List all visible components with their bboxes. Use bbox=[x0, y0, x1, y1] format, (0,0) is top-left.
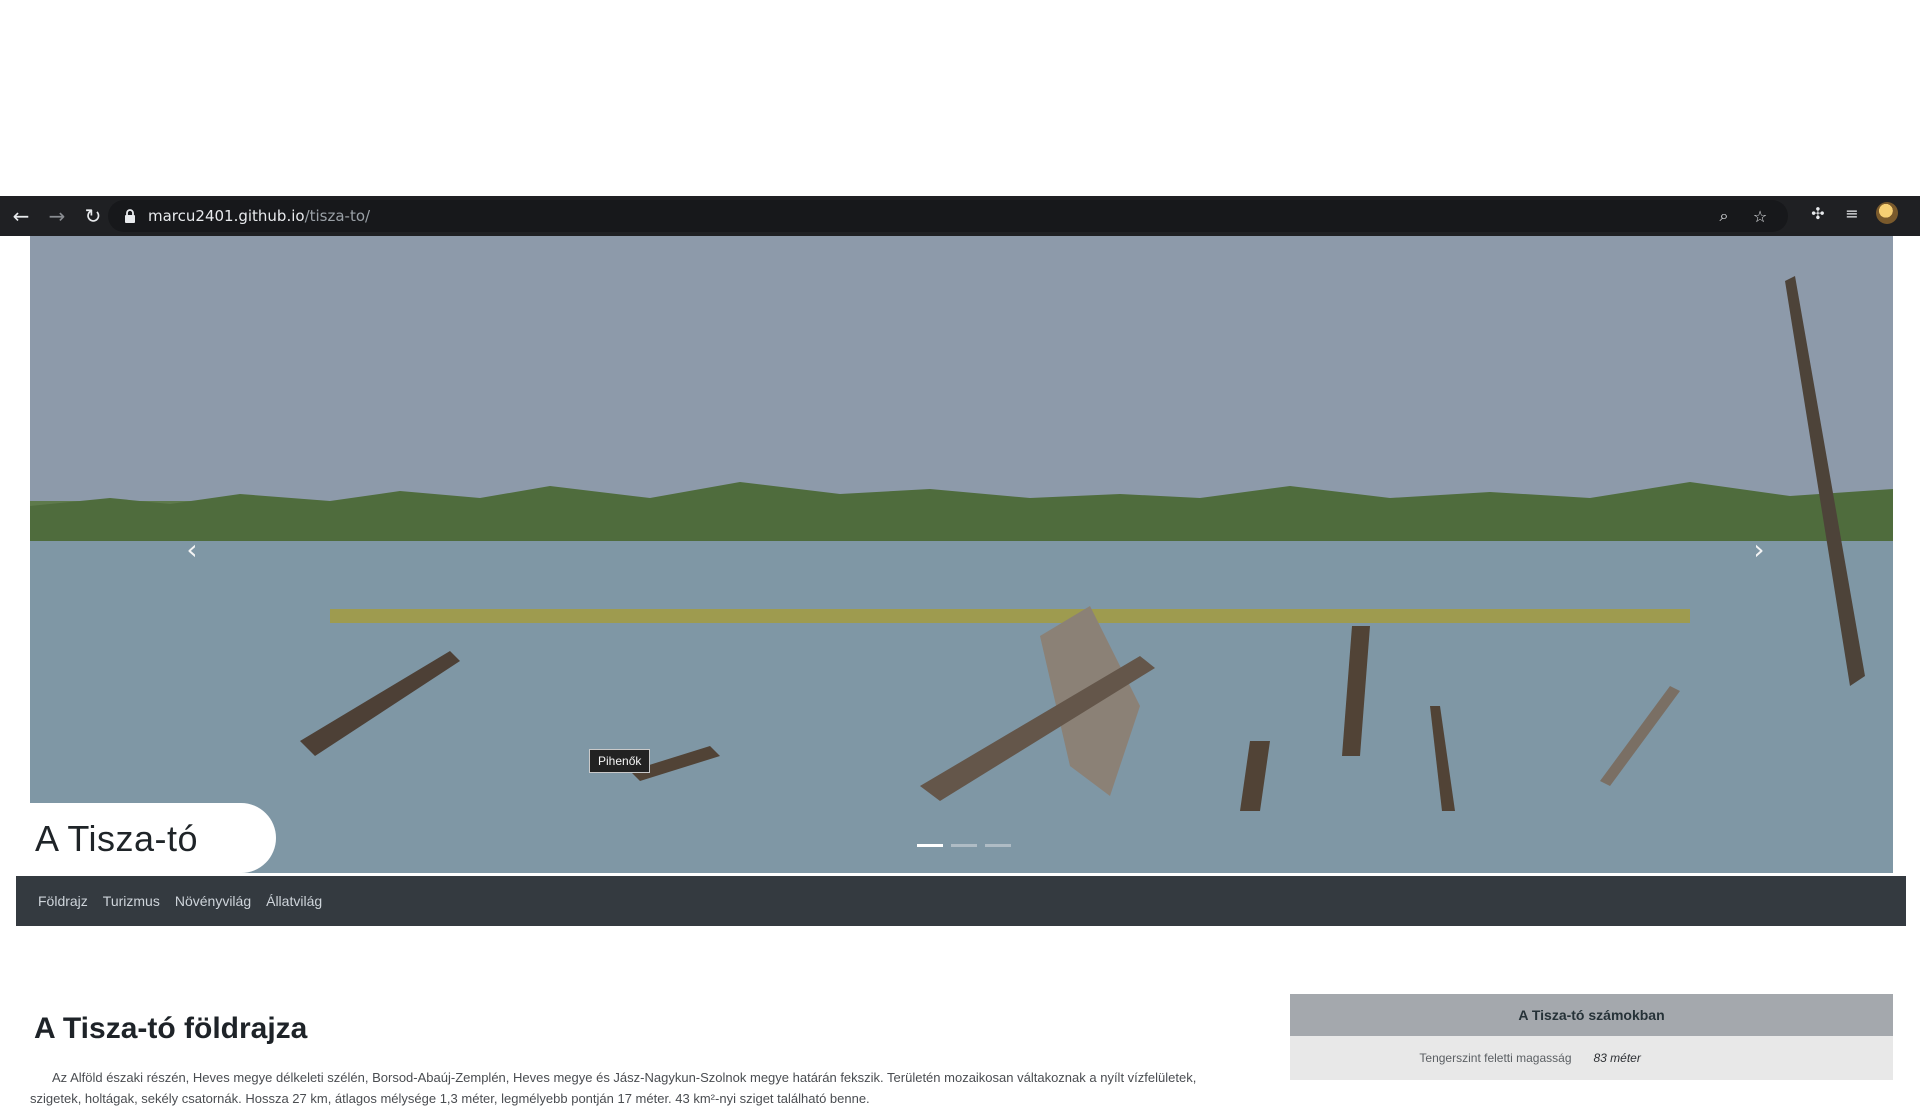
extensions-icon[interactable]: ✣ bbox=[1808, 203, 1828, 223]
facts-row: Tengerszint feletti magasság 83 méter bbox=[1290, 1036, 1893, 1080]
facts-label: Tengerszint feletti magasság bbox=[1419, 1051, 1572, 1065]
avatar[interactable] bbox=[1876, 202, 1898, 224]
tooltip: Pihenők bbox=[589, 749, 651, 773]
nav-link-turizmus[interactable]: Turizmus bbox=[103, 893, 160, 909]
hero-carousel: ‹ › bbox=[30, 236, 1893, 873]
forward-arrow-icon[interactable]: → bbox=[42, 201, 72, 231]
address-bar[interactable]: marcu2401.github.io/tisza-to/ ⌕ ☆ bbox=[108, 200, 1788, 232]
reload-icon[interactable]: ↻ bbox=[78, 201, 108, 231]
carousel-prev-button[interactable]: ‹ bbox=[176, 534, 208, 566]
carousel-indicator-2[interactable] bbox=[951, 844, 977, 847]
zoom-icon[interactable]: ⌕ bbox=[1714, 206, 1734, 226]
url-text: marcu2401.github.io/tisza-to/ bbox=[148, 207, 370, 225]
facts-value: 83 méter bbox=[1593, 1051, 1641, 1065]
browser-toolbar: ← → ↻ marcu2401.github.io/tisza-to/ ⌕ ☆ … bbox=[0, 196, 1920, 236]
reading-list-icon[interactable]: ≡ bbox=[1842, 203, 1862, 223]
lock-icon bbox=[125, 209, 135, 223]
main-nav: Földrajz Turizmus Növényvilág Állatvilág bbox=[16, 876, 1906, 926]
nav-link-novenyvilag[interactable]: Növényvilág bbox=[175, 893, 251, 909]
bookmark-star-icon[interactable]: ☆ bbox=[1750, 206, 1770, 226]
nav-link-allatvilag[interactable]: Állatvilág bbox=[266, 893, 322, 909]
section-title: A Tisza-tó földrajza bbox=[34, 1012, 308, 1046]
site-title: A Tisza-tó bbox=[35, 818, 199, 859]
facts-table: A Tisza-tó számokban Tengerszint feletti… bbox=[1290, 994, 1893, 1080]
facts-header: A Tisza-tó számokban bbox=[1290, 994, 1893, 1036]
back-arrow-icon[interactable]: ← bbox=[6, 201, 36, 231]
carousel-next-button[interactable]: › bbox=[1743, 534, 1775, 566]
url-host: marcu2401.github.io bbox=[148, 207, 305, 225]
carousel-indicator-1[interactable] bbox=[917, 844, 943, 847]
url-path: /tisza-to/ bbox=[304, 207, 371, 225]
geography-paragraph: Az Alföld északi részén, Heves megye dél… bbox=[30, 1070, 1197, 1106]
carousel-indicator-3[interactable] bbox=[985, 844, 1011, 847]
lake-image bbox=[30, 236, 1893, 873]
carousel-indicators bbox=[917, 844, 1011, 847]
nav-link-foldrajz[interactable]: Földrajz bbox=[38, 893, 88, 909]
